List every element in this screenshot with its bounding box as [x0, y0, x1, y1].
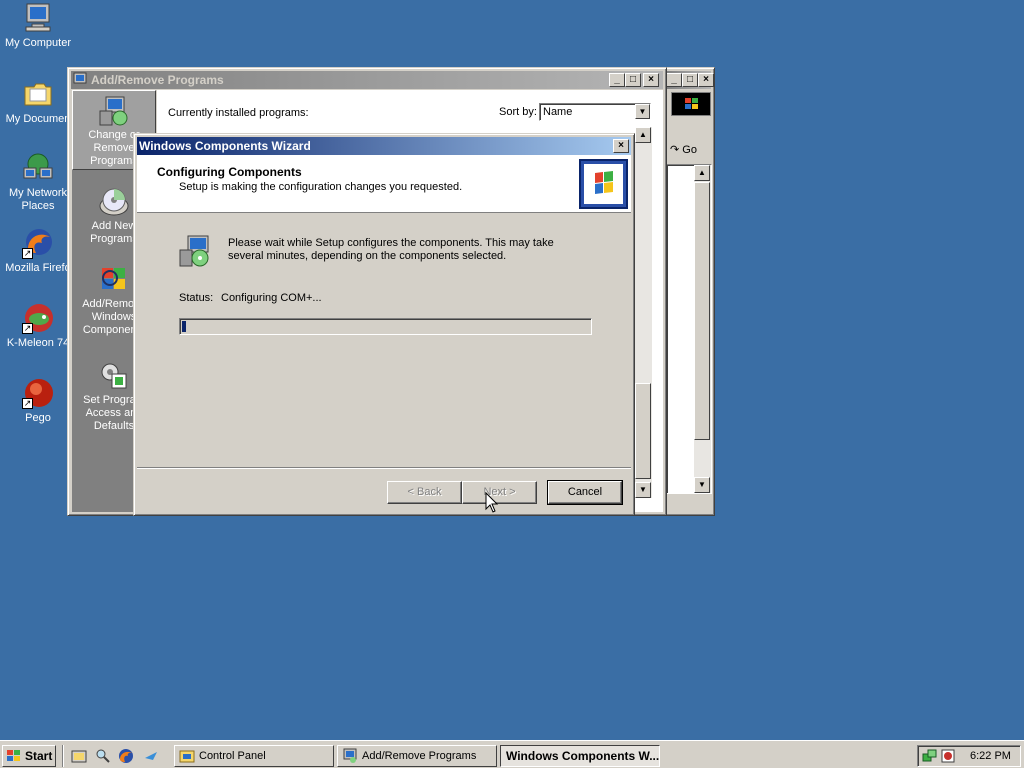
program-access-icon: [98, 360, 130, 392]
pego-icon: ↗: [22, 377, 54, 409]
back-button[interactable]: < Back: [387, 481, 462, 504]
firefox-icon[interactable]: [118, 748, 134, 767]
control-panel-titlebar: _ □ ×: [666, 71, 714, 89]
arp-titlebar: Add/Remove Programs _ □ ×: [71, 71, 663, 89]
system-tray: 6:22 PM: [917, 745, 1021, 767]
security-tray-icon[interactable]: [940, 748, 956, 767]
network-tray-icon[interactable]: [922, 748, 938, 767]
control-panel-content: ▲ ▼: [666, 164, 712, 494]
desktop-icon-my-documents[interactable]: My Documen: [0, 78, 76, 126]
programs-scrollbar[interactable]: ▲ ▼: [635, 127, 652, 498]
progress-bar: [179, 318, 592, 335]
configure-icon: [178, 234, 212, 268]
status-value: Configuring COM+...: [221, 292, 322, 304]
shortcut-arrow-icon: ↗: [22, 248, 33, 259]
sort-by-label: Sort by:: [499, 106, 537, 118]
taskbar-button-add-remove-programs[interactable]: Add/Remove Programs: [337, 745, 497, 767]
scroll-down-button[interactable]: ▼: [635, 482, 651, 498]
wizard-header: Configuring Components Setup is making t…: [137, 155, 631, 213]
installed-programs-label: Currently installed programs:: [168, 107, 309, 119]
arp-app-icon: [342, 748, 358, 766]
change-remove-icon: [98, 95, 130, 127]
go-arrow-icon: ↷: [670, 144, 680, 156]
next-button[interactable]: Next >: [462, 481, 537, 504]
wizard-subheading: Setup is making the configuration change…: [179, 181, 463, 193]
desktop-icon-label: My Network Places: [8, 187, 68, 212]
kmeleon-icon: ↗: [22, 302, 54, 334]
wizard-message: Please wait while Setup configures the c…: [228, 237, 554, 262]
scroll-thumb[interactable]: [694, 182, 710, 440]
clock[interactable]: 6:22 PM: [970, 750, 1011, 762]
desktop-icon-label: Mozilla Firefo: [5, 262, 71, 274]
wizard-separator: [137, 467, 631, 469]
minimize-button[interactable]: _: [666, 73, 682, 87]
maximize-button[interactable]: □: [625, 73, 641, 87]
start-button[interactable]: Start: [2, 745, 56, 767]
desktop-icon-pego[interactable]: ↗ Pego: [0, 377, 76, 425]
cancel-button[interactable]: Cancel: [547, 480, 623, 505]
shortcut-arrow-icon: ↗: [22, 323, 33, 334]
scroll-up-button[interactable]: ▲: [635, 127, 651, 143]
desktop-icon-my-computer[interactable]: My Computer: [0, 2, 76, 50]
taskbar: Start Control Panel Add/Remove Programs …: [0, 740, 1024, 768]
mouse-cursor: [485, 491, 499, 514]
taskbar-button-windows-components-wizard[interactable]: Windows Components W...: [500, 745, 660, 767]
close-button[interactable]: ×: [643, 73, 659, 87]
status-label: Status:: [179, 292, 214, 304]
scroll-thumb[interactable]: [635, 383, 651, 479]
desktop-icon-label: My Documen: [5, 113, 71, 125]
control-panel-window: _ □ × ↷ Go ▲ ▼: [662, 67, 715, 516]
sort-by-select[interactable]: Name ▼: [539, 103, 651, 121]
desktop-icon-kmeleon[interactable]: ↗ K-Meleon 74: [0, 302, 76, 350]
scroll-up-button[interactable]: ▲: [694, 165, 710, 181]
maximize-button[interactable]: □: [682, 73, 698, 87]
desktop-icon-label: K-Meleon 74: [6, 337, 70, 349]
go-button[interactable]: ↷ Go: [668, 140, 708, 160]
computer-icon: [22, 2, 54, 34]
wizard-heading: Configuring Components: [157, 165, 302, 179]
windows-components-wizard: Windows Components Wizard × Configuring …: [133, 133, 635, 516]
show-desktop-icon[interactable]: [71, 748, 87, 767]
folder-icon: [22, 78, 54, 110]
desktop-icon-my-network-places[interactable]: My Network Places: [0, 152, 76, 213]
dropdown-arrow-icon[interactable]: ▼: [635, 104, 650, 119]
desktop-icon-label: Pego: [25, 412, 51, 424]
folder-icon: [179, 748, 195, 766]
close-button[interactable]: ×: [698, 73, 714, 87]
wizard-titlebar: Windows Components Wizard ×: [137, 137, 631, 155]
windows-logo-icon: [579, 159, 628, 209]
scroll-down-button[interactable]: ▼: [694, 477, 710, 493]
network-icon: [22, 152, 54, 184]
taskbar-button-control-panel[interactable]: Control Panel: [174, 745, 334, 767]
kmeleon-icon[interactable]: [143, 748, 159, 767]
quick-launch: [62, 745, 166, 767]
windows-flag-icon: [6, 748, 22, 766]
desktop-icon-firefox[interactable]: ↗ Mozilla Firefo: [0, 227, 76, 275]
firefox-icon: ↗: [22, 227, 54, 259]
cd-icon: [98, 186, 130, 218]
arp-app-icon: [73, 72, 87, 86]
search-icon[interactable]: [95, 748, 111, 767]
progress-fill: [182, 321, 186, 332]
windows-logo-throbber: [671, 92, 711, 116]
close-button[interactable]: ×: [613, 139, 629, 153]
arp-title: Add/Remove Programs: [91, 73, 224, 87]
windows-components-icon: [98, 264, 130, 296]
minimize-button[interactable]: _: [609, 73, 625, 87]
cp-scrollbar[interactable]: ▲ ▼: [694, 165, 711, 493]
wizard-title: Windows Components Wizard: [139, 139, 311, 153]
desktop-icon-label: My Computer: [4, 37, 72, 49]
shortcut-arrow-icon: ↗: [22, 398, 33, 409]
